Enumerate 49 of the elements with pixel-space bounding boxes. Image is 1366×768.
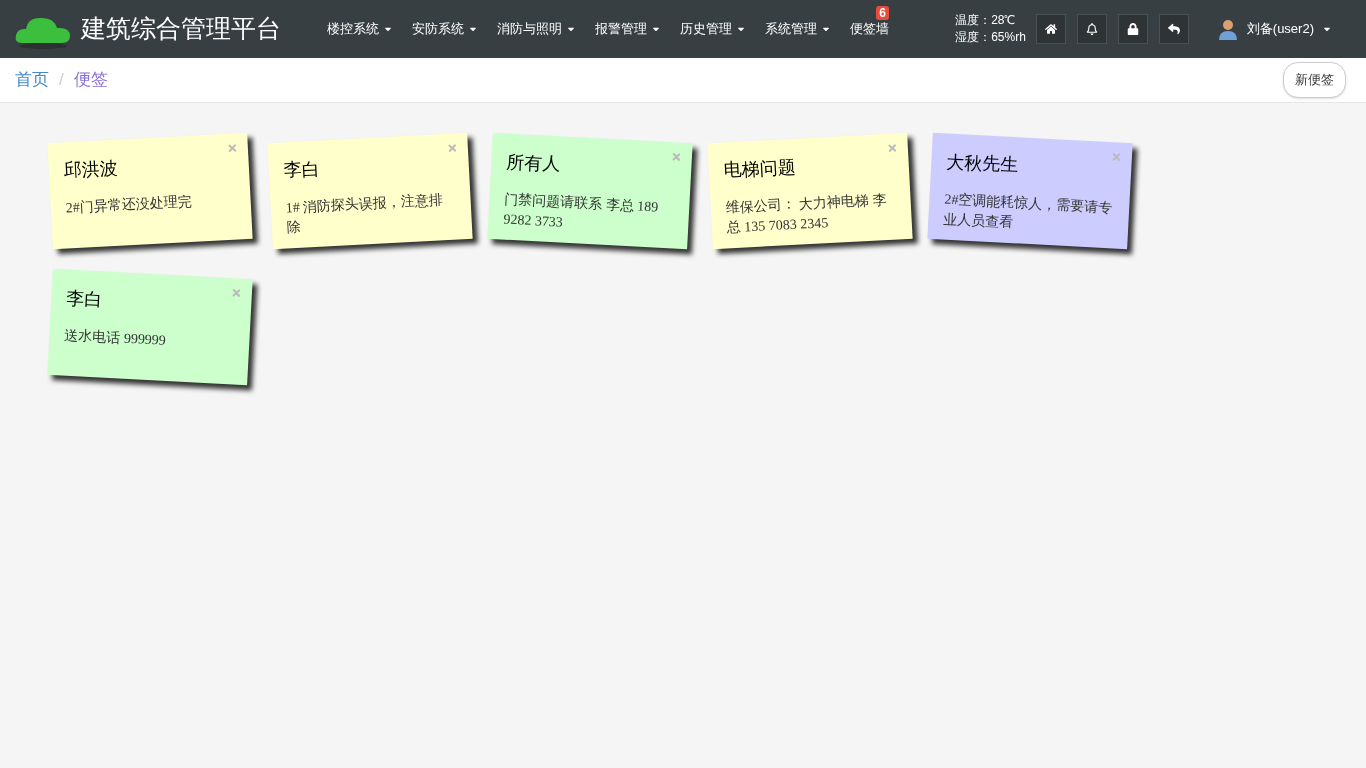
count-badge: 6 <box>876 6 889 21</box>
sticky-note[interactable]: 所有人 门禁问题请联系 李总 189 9282 3733 <box>487 132 693 250</box>
close-icon[interactable] <box>670 151 683 163</box>
home-icon <box>1044 23 1057 35</box>
bell-icon <box>1085 23 1098 35</box>
close-icon[interactable] <box>230 287 243 299</box>
sticky-note[interactable]: 邱洪波 2#门异常还没处理完 <box>47 132 253 250</box>
nav-menu-item[interactable]: 消防与照明 <box>497 19 576 39</box>
user-avatar-icon <box>1216 18 1239 40</box>
nav-menu-item[interactable]: 便签墙 <box>850 19 889 39</box>
user-menu[interactable]: 刘备(user2) <box>1216 18 1332 40</box>
note-text: 2#门异常还没处理完 <box>65 192 193 218</box>
humidity-text: 湿度：65%rh <box>955 29 1026 46</box>
note-text: 2#空调能耗惊人，需要请专业人员查看 <box>942 190 1114 233</box>
sticky-note[interactable]: 电梯问题 维保公司： 大力神电梯 李总 135 7083 2345 <box>707 132 913 250</box>
note-title: 所有人 <box>505 150 562 177</box>
home-button[interactable] <box>1035 14 1066 44</box>
lock-button[interactable] <box>1117 14 1148 44</box>
note-text: 门禁问题请联系 李总 189 9282 3733 <box>502 190 660 232</box>
note-title: 大秋先生 <box>945 150 1019 178</box>
platform-title: 建筑综合管理平台 <box>81 13 281 45</box>
notifications-button[interactable] <box>1076 14 1107 44</box>
close-icon[interactable] <box>1110 151 1123 163</box>
temperature-text: 温度：28℃ <box>955 12 1017 29</box>
note-text: 1# 消防探头误报，注意排除 <box>285 191 445 238</box>
note-title: 李白 <box>283 157 321 183</box>
new-note-button[interactable]: 新便签 <box>1283 62 1346 98</box>
nav-menu-item[interactable]: 安防系统 <box>412 19 478 39</box>
note-text: 送水电话 999999 <box>63 326 168 350</box>
note-title: 李白 <box>65 286 104 312</box>
nav-menu-item[interactable]: 系统管理 <box>765 19 831 39</box>
close-icon[interactable] <box>886 142 899 154</box>
nav-menu-item[interactable]: 报警管理 <box>595 19 661 39</box>
sticky-note[interactable]: 大秋先生 2#空调能耗惊人，需要请专业人员查看 <box>927 132 1133 250</box>
note-title: 电梯问题 <box>723 155 797 183</box>
close-icon[interactable] <box>446 142 459 154</box>
lock-icon <box>1126 23 1139 35</box>
sticky-note[interactable]: 李白 1# 消防探头误报，注意排除 <box>267 132 473 250</box>
note-text: 维保公司： 大力神电梯 李总 135 7083 2345 <box>725 191 888 238</box>
reply-arrow-icon <box>1167 23 1180 35</box>
nav-menu-item[interactable]: 楼控系统 <box>327 19 393 39</box>
nav-menu-item[interactable]: 历史管理 <box>680 19 746 39</box>
note-title: 邱洪波 <box>63 156 119 183</box>
back-button[interactable] <box>1158 14 1189 44</box>
breadcrumb-link[interactable]: 首页 <box>15 67 49 93</box>
sticky-note[interactable]: 李白 送水电话 999999 <box>47 268 253 386</box>
close-icon[interactable] <box>226 142 239 154</box>
breadcrumb-link[interactable]: 便签 <box>73 67 108 93</box>
breadcrumb-separator: / <box>59 69 64 92</box>
